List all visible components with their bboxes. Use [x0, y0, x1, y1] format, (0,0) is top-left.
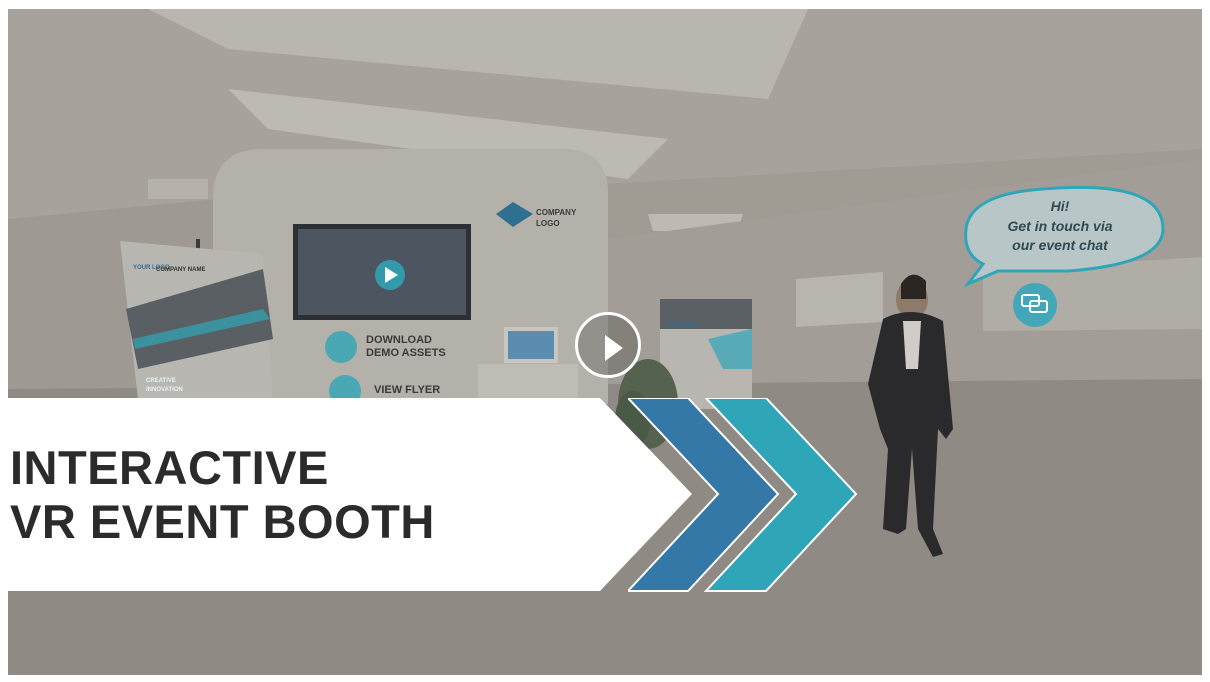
chat-bubble-line1: Hi!	[1051, 198, 1070, 214]
chat-bubble-line3: our event chat	[1012, 237, 1109, 253]
booth-view-flyer: VIEW FLYER	[374, 384, 440, 396]
play-icon	[605, 335, 623, 361]
booth-logo-line2: LOGO	[536, 219, 560, 228]
left-banner-tagline2: INNOVATION	[146, 387, 183, 393]
title-line-2: VR EVENT BOOTH	[10, 495, 435, 548]
booth-download-line1: DOWNLOAD	[366, 334, 432, 346]
video-player[interactable]: COMPANY LOGO DOWNLOAD DEMO ASSETS VIEW F…	[8, 9, 1202, 675]
title-line-1: INTERACTIVE	[10, 441, 329, 494]
play-button[interactable]	[575, 312, 641, 378]
booth-download-line2: DEMO ASSETS	[366, 347, 446, 359]
booth-logo-line1: COMPANY	[536, 208, 577, 217]
left-banner-company: COMPANY NAME	[156, 267, 205, 273]
video-title: INTERACTIVE VR EVENT BOOTH	[10, 441, 435, 549]
left-banner-tagline1: CREATIVE	[146, 378, 176, 384]
right-banner-headline: HEADLINE	[668, 323, 699, 329]
chevron-arrows	[628, 398, 858, 592]
chat-bubble-line2: Get in touch via	[1007, 218, 1112, 234]
